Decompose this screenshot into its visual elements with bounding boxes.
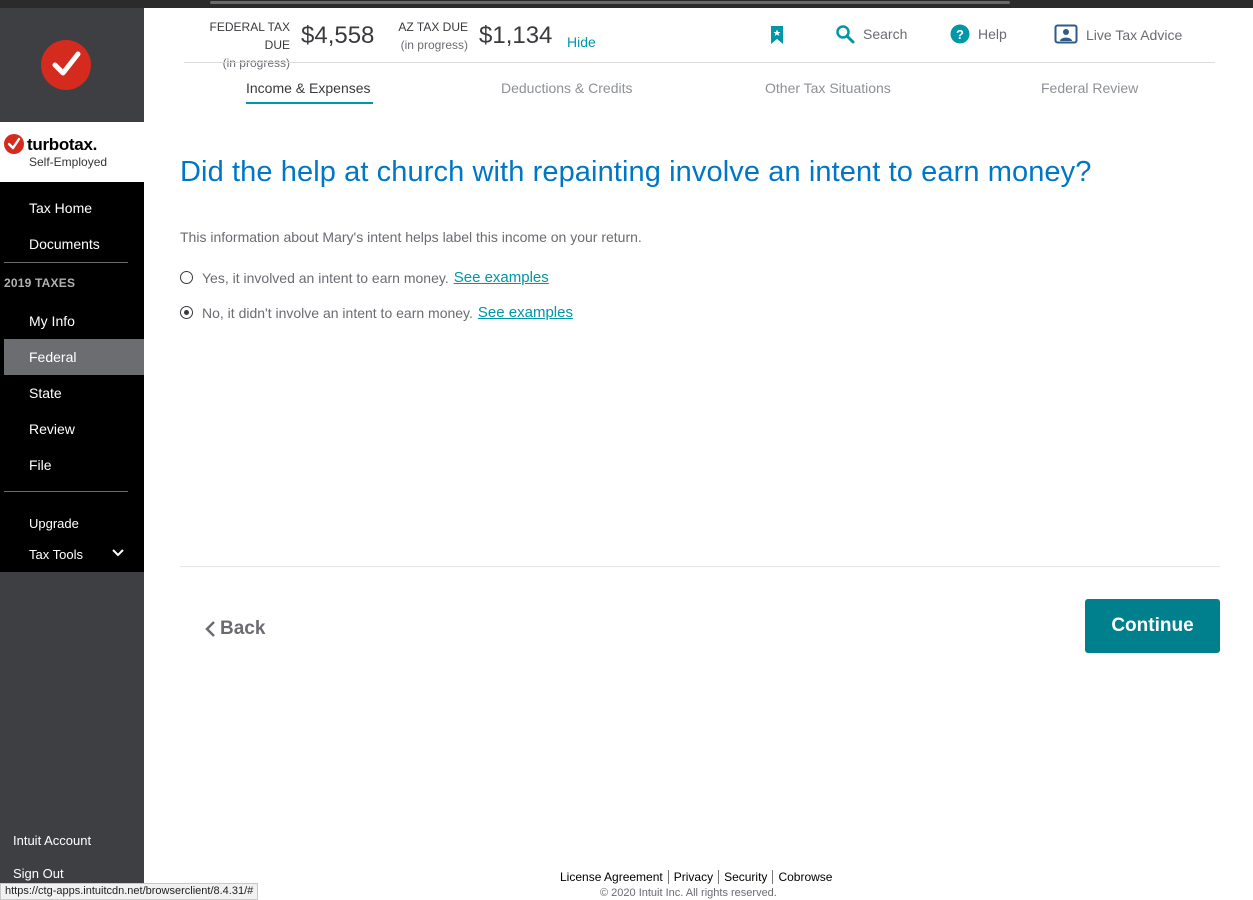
tab-deductions-credits[interactable]: Deductions & Credits	[501, 80, 633, 96]
bookmark-button[interactable]	[770, 25, 784, 45]
footer-links: License Agreement Privacy Security Cobro…	[560, 870, 832, 884]
hide-link[interactable]: Hide	[567, 34, 596, 50]
back-button[interactable]: Back	[204, 618, 265, 640]
radio-option-no[interactable]: No, it didn't involve an intent to earn …	[180, 304, 573, 321]
active-tab-underline	[246, 102, 373, 104]
brand-name: turbotax.	[27, 135, 98, 154]
radio-button-no[interactable]	[180, 306, 193, 319]
live-tax-advice-button[interactable]: Live Tax Advice	[1054, 24, 1182, 46]
header: FEDERAL TAX DUE (in progress) $4,558 AZ …	[144, 8, 1253, 118]
state-tax-due-label: AZ TAX DUE (in progress)	[396, 18, 468, 54]
radio-option-yes[interactable]: Yes, it involved an intent to earn money…	[180, 269, 549, 286]
svg-text:?: ?	[956, 27, 964, 42]
tab-other-tax-situations[interactable]: Other Tax Situations	[765, 80, 891, 96]
security-link[interactable]: Security	[724, 870, 767, 884]
sidebar-item-review[interactable]: Review	[0, 411, 144, 447]
radio-option-label: No, it didn't involve an intent to earn …	[202, 304, 473, 321]
chevron-down-icon	[112, 549, 124, 557]
live-advisor-icon	[1054, 24, 1078, 44]
live-tax-advice-label: Live Tax Advice	[1086, 27, 1183, 43]
sidebar-item-documents[interactable]: Documents	[0, 226, 144, 262]
brand-area: turbotax. Self-Employed	[0, 122, 144, 182]
sidebar-item-my-info[interactable]: My Info	[0, 303, 144, 339]
help-button[interactable]: ? Help	[950, 24, 1007, 44]
search-label: Search	[863, 26, 908, 42]
browser-tab-bar	[210, 1, 1010, 4]
radio-button-yes[interactable]	[180, 271, 193, 284]
see-examples-link[interactable]: See examples	[478, 304, 573, 321]
search-icon	[836, 25, 855, 44]
sidebar-item-label: Tax Tools	[29, 547, 83, 562]
content-divider	[180, 566, 1220, 567]
cobrowse-link[interactable]: Cobrowse	[778, 870, 832, 884]
state-tax-due-amount: $1,134	[479, 22, 553, 49]
privacy-link[interactable]: Privacy	[674, 870, 713, 884]
sidebar-item-tax-home[interactable]: Tax Home	[0, 190, 144, 226]
sidebar: turbotax. Self-Employed Tax Home Documen…	[0, 8, 144, 900]
sidebar-item-tax-tools[interactable]: Tax Tools	[0, 537, 144, 573]
footer-separator	[772, 870, 774, 884]
intuit-account-link[interactable]: Intuit Account	[13, 833, 91, 848]
sidebar-item-federal[interactable]: Federal	[4, 339, 144, 375]
sidebar-section-label: 2019 TAXES	[4, 276, 76, 290]
radio-option-label: Yes, it involved an intent to earn money…	[202, 269, 449, 286]
logo-area	[0, 8, 144, 122]
sidebar-divider	[4, 262, 128, 263]
status-bar-url: https://ctg-apps.intuitcdn.net/browsercl…	[0, 883, 259, 900]
footer-separator	[718, 870, 720, 884]
continue-button[interactable]: Continue	[1085, 599, 1220, 653]
footer-separator	[667, 870, 669, 884]
bookmark-icon	[771, 26, 783, 44]
sidebar-nav: Tax Home Documents 2019 TAXES My Info Fe…	[0, 182, 144, 572]
brand-subtitle: Self-Employed	[29, 155, 108, 169]
page-title: Did the help at church with repainting i…	[180, 156, 1092, 188]
state-label-text: AZ TAX DUE	[398, 20, 468, 34]
info-text: This information about Mary's intent hel…	[180, 229, 642, 245]
turbotax-check-logo-icon[interactable]	[41, 40, 91, 90]
help-label: Help	[978, 26, 1007, 42]
state-label-sub: (in progress)	[400, 38, 468, 52]
tab-federal-review[interactable]: Federal Review	[1041, 80, 1138, 96]
see-examples-link[interactable]: See examples	[454, 269, 549, 286]
brand-check-icon	[4, 134, 24, 154]
search-button[interactable]: Search	[835, 24, 907, 44]
back-label: Back	[220, 618, 266, 639]
federal-tax-due-label: FEDERAL TAX DUE (in progress)	[184, 18, 290, 72]
help-icon: ?	[950, 24, 970, 44]
tab-income-expenses[interactable]: Income & Expenses	[246, 80, 371, 96]
copyright-text: © 2020 Intuit Inc. All rights reserved.	[600, 887, 777, 899]
federal-label-sub: (in progress)	[222, 56, 290, 70]
sidebar-divider	[4, 491, 128, 492]
federal-tax-due-amount: $4,558	[301, 22, 375, 49]
license-agreement-link[interactable]: License Agreement	[560, 870, 663, 884]
header-divider	[184, 62, 1215, 63]
federal-label-text: FEDERAL TAX DUE	[209, 20, 290, 52]
sign-out-link[interactable]: Sign Out	[13, 866, 64, 881]
browser-top-strip	[0, 0, 1253, 8]
sidebar-item-file[interactable]: File	[0, 447, 144, 483]
chevron-left-icon	[205, 621, 215, 637]
sidebar-item-state[interactable]: State	[0, 375, 144, 411]
